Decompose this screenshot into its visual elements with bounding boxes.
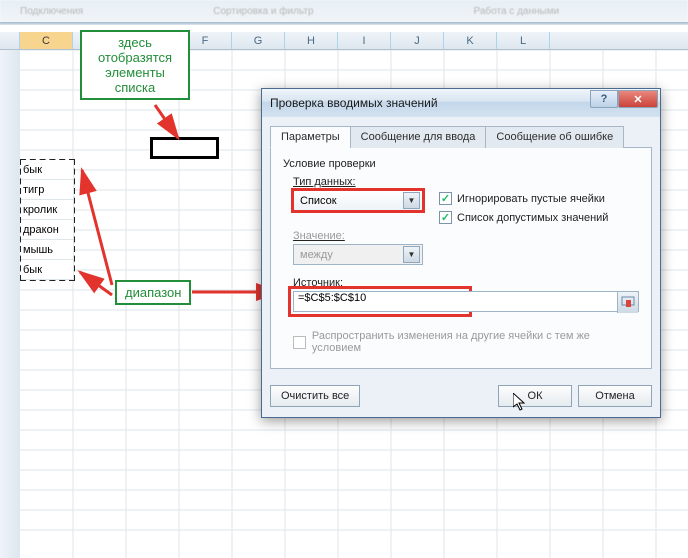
dialog-titlebar[interactable]: Проверка вводимых значений ? ✕ bbox=[262, 89, 660, 117]
type-select[interactable]: Список ▼ bbox=[293, 190, 423, 211]
cancel-button[interactable]: Отмена bbox=[578, 385, 652, 407]
cell-c8[interactable]: дракон bbox=[21, 220, 74, 240]
range-picker-button[interactable] bbox=[617, 292, 638, 313]
type-select-value: Список bbox=[300, 195, 337, 207]
col-header-k[interactable]: K bbox=[444, 32, 497, 49]
type-label: Тип данных: bbox=[293, 176, 639, 188]
help-button[interactable]: ? bbox=[590, 90, 618, 108]
callout-range: диапазон bbox=[115, 280, 191, 305]
source-label: Источник: bbox=[293, 277, 639, 289]
dialog-title: Проверка вводимых значений bbox=[270, 96, 438, 110]
checkbox-empty-icon bbox=[293, 336, 306, 349]
chevron-down-icon: ▼ bbox=[403, 192, 420, 209]
cell-c7[interactable]: кролик bbox=[21, 200, 74, 220]
cell-c9[interactable]: мышь bbox=[21, 240, 74, 260]
value-select-value: между bbox=[300, 249, 333, 261]
check-icon: ✓ bbox=[439, 211, 452, 224]
ignore-blank-checkbox[interactable]: ✓ Игнорировать пустые ячейки bbox=[439, 192, 608, 205]
cell-c5[interactable]: бык bbox=[21, 160, 74, 180]
apply-all-checkbox: Распространить изменения на другие ячейк… bbox=[293, 330, 639, 354]
close-button[interactable]: ✕ bbox=[618, 90, 658, 108]
cell-c6[interactable]: тигр bbox=[21, 180, 74, 200]
data-validation-dialog: Проверка вводимых значений ? ✕ Параметры… bbox=[261, 88, 661, 418]
col-header-g[interactable]: G bbox=[232, 32, 285, 49]
source-input-value: =$C$5:$C$10 bbox=[298, 292, 366, 304]
col-header-j[interactable]: J bbox=[391, 32, 444, 49]
tab-panel-parameters: Условие проверки Тип данных: Список ▼ ✓ … bbox=[270, 148, 652, 369]
tab-error-message[interactable]: Сообщение об ошибке bbox=[485, 126, 624, 148]
ok-button[interactable]: ОК bbox=[498, 385, 572, 407]
col-header-c[interactable]: C bbox=[20, 32, 73, 49]
allowed-list-checkbox[interactable]: ✓ Список допустимых значений bbox=[439, 211, 608, 224]
chevron-down-icon: ▼ bbox=[403, 246, 420, 263]
value-label: Значение: bbox=[293, 230, 639, 242]
clear-all-button[interactable]: Очистить все bbox=[270, 385, 360, 407]
row-headers bbox=[0, 50, 20, 558]
tab-parameters[interactable]: Параметры bbox=[270, 126, 351, 148]
close-icon: ✕ bbox=[633, 93, 642, 106]
condition-label: Условие проверки bbox=[283, 158, 639, 170]
col-header-i[interactable]: I bbox=[338, 32, 391, 49]
cursor-icon bbox=[513, 393, 529, 413]
check-icon: ✓ bbox=[439, 192, 452, 205]
cell-c10[interactable]: бык bbox=[21, 260, 74, 280]
active-cell[interactable] bbox=[150, 137, 219, 159]
source-input[interactable]: =$C$5:$C$10 bbox=[293, 291, 639, 312]
col-header-h[interactable]: H bbox=[285, 32, 338, 49]
col-header-l[interactable]: L bbox=[497, 32, 550, 49]
value-select: между ▼ bbox=[293, 244, 423, 265]
ribbon-blurred: Подключения Сортировка и фильтр Работа с… bbox=[0, 0, 688, 22]
callout-list-appears: здесь отобразятся элементы списка bbox=[80, 30, 190, 100]
range-picker-icon bbox=[621, 296, 635, 310]
ribbon-sort: Сортировка и фильтр bbox=[213, 6, 313, 17]
ribbon-connections: Подключения bbox=[20, 6, 83, 17]
ribbon-data: Работа с данными bbox=[474, 6, 560, 17]
dialog-tabs: Параметры Сообщение для ввода Сообщение … bbox=[270, 125, 652, 148]
tab-input-message[interactable]: Сообщение для ввода bbox=[350, 126, 487, 148]
